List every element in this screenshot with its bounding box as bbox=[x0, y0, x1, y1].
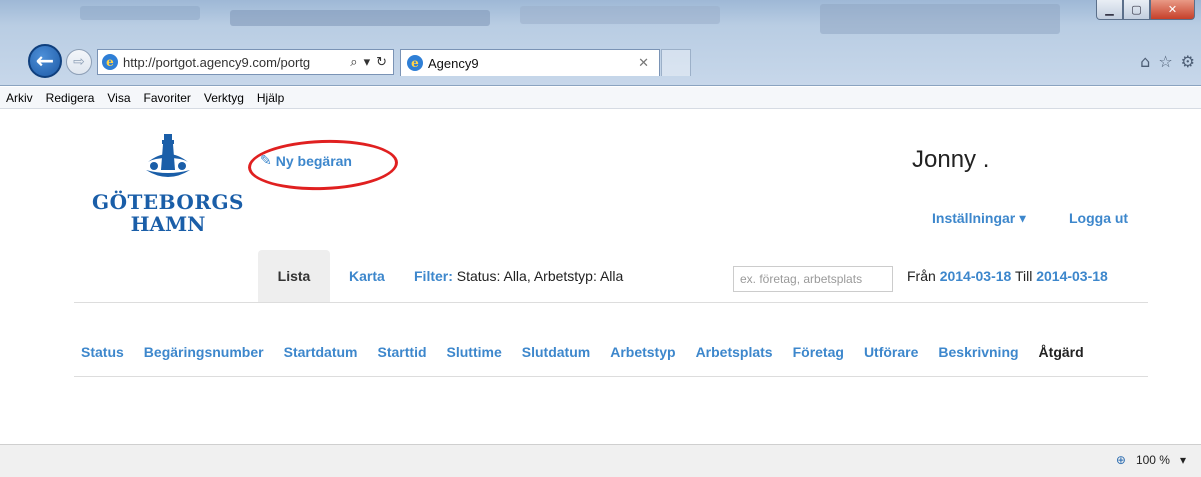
logo-text-line1: GÖTEBORGS bbox=[92, 190, 244, 214]
home-icon[interactable]: ⌂ bbox=[1140, 52, 1150, 71]
lighthouse-logo-icon bbox=[146, 134, 190, 177]
column-header-beskrivning[interactable]: Beskrivning bbox=[938, 344, 1018, 360]
minimize-button[interactable]: ▁ bbox=[1096, 0, 1123, 20]
back-arrow-icon: ← bbox=[35, 48, 55, 74]
page-content: GÖTEBORGS HAMN ✎ Ny begäran Jonny . Inst… bbox=[0, 110, 1201, 444]
goteborgs-hamn-logo[interactable]: GÖTEBORGS HAMN bbox=[78, 132, 258, 235]
forward-button[interactable]: ⇨ bbox=[66, 49, 92, 75]
menu-item-hjalp[interactable]: Hjälp bbox=[257, 91, 284, 105]
tab-karta[interactable]: Karta bbox=[349, 268, 385, 284]
minimize-icon: ▁ bbox=[1105, 3, 1114, 16]
zoom-control[interactable]: ⊕ 100 % ▾ bbox=[1116, 453, 1186, 467]
from-label: Från bbox=[907, 268, 936, 284]
to-label: Till bbox=[1014, 268, 1033, 284]
browser-tab[interactable]: e Agency9 ✕ bbox=[400, 49, 660, 76]
search-icon[interactable]: ⌕ bbox=[350, 55, 357, 70]
menu-item-visa[interactable]: Visa bbox=[107, 91, 130, 105]
column-header-utforare[interactable]: Utförare bbox=[864, 344, 918, 360]
column-header-begaringsnumber[interactable]: Begäringsnumber bbox=[144, 344, 264, 360]
address-url[interactable]: http://portgot.agency9.com/portg bbox=[123, 55, 333, 70]
close-icon: ✕ bbox=[1167, 3, 1178, 16]
date-range: Från 2014-03-18 Till 2014-03-18 bbox=[907, 268, 1108, 284]
settings-label: Inställningar bbox=[932, 210, 1016, 226]
address-tools: ⌕ ▾ ↻ bbox=[350, 55, 393, 70]
gear-icon[interactable]: ⚙ bbox=[1181, 52, 1195, 71]
filter-label: Filter: bbox=[414, 268, 453, 284]
close-window-button[interactable]: ✕ bbox=[1150, 0, 1195, 20]
divider bbox=[74, 302, 1148, 303]
blurred-background-strip bbox=[230, 10, 490, 26]
back-button[interactable]: ← bbox=[28, 44, 62, 78]
column-header-arbetsplats[interactable]: Arbetsplats bbox=[696, 344, 773, 360]
menu-item-verktyg[interactable]: Verktyg bbox=[204, 91, 244, 105]
column-header-atgard: Åtgärd bbox=[1038, 344, 1084, 360]
dropdown-icon[interactable]: ▾ bbox=[364, 55, 371, 70]
column-header-status[interactable]: Status bbox=[81, 344, 124, 360]
search-input[interactable] bbox=[733, 266, 893, 292]
caret-down-icon: ▼ bbox=[1019, 214, 1027, 225]
menu-bar: Arkiv Redigera Visa Favoriter Verktyg Hj… bbox=[0, 87, 1201, 109]
blurred-background-strip bbox=[820, 4, 1060, 34]
refresh-icon[interactable]: ↻ bbox=[376, 55, 387, 70]
filter-summary[interactable]: Filter: Status: Alla, Arbetstyp: Alla bbox=[414, 268, 623, 284]
column-header-slutdatum[interactable]: Slutdatum bbox=[522, 344, 590, 360]
column-header-sluttime[interactable]: Sluttime bbox=[447, 344, 502, 360]
zoom-dropdown-icon[interactable]: ▾ bbox=[1180, 453, 1186, 467]
tab-close-icon[interactable]: ✕ bbox=[638, 56, 649, 71]
ie-icon: e bbox=[407, 55, 423, 71]
table-header: Status Begäringsnumber Startdatum Startt… bbox=[81, 344, 1084, 360]
address-bar[interactable]: e http://portgot.agency9.com/portg ⌕ ▾ ↻ bbox=[97, 49, 394, 75]
zoom-level: 100 % bbox=[1135, 453, 1170, 467]
column-header-foretag[interactable]: Företag bbox=[793, 344, 844, 360]
forward-arrow-icon: ⇨ bbox=[73, 54, 85, 70]
filter-text: Status: Alla, Arbetstyp: Alla bbox=[456, 268, 624, 284]
tab-lista[interactable]: Lista bbox=[258, 250, 330, 302]
new-tab-button[interactable] bbox=[661, 49, 691, 76]
blurred-background-strip bbox=[520, 6, 720, 24]
window-controls: ▁ ▢ ✕ bbox=[1096, 0, 1195, 20]
ie-icon: e bbox=[102, 54, 118, 70]
logout-link[interactable]: Logga ut bbox=[1069, 210, 1128, 226]
tab-title: Agency9 bbox=[428, 55, 479, 71]
new-request-label: Ny begäran bbox=[275, 153, 352, 169]
from-date[interactable]: 2014-03-18 bbox=[940, 268, 1012, 284]
menu-item-favoriter[interactable]: Favoriter bbox=[144, 91, 191, 105]
edit-icon: ✎ bbox=[260, 153, 272, 169]
menu-item-arkiv[interactable]: Arkiv bbox=[6, 91, 33, 105]
maximize-button[interactable]: ▢ bbox=[1123, 0, 1150, 20]
logo-text-line2: HAMN bbox=[130, 212, 206, 236]
settings-dropdown[interactable]: Inställningar ▼ bbox=[932, 210, 1026, 226]
column-header-arbetstyp[interactable]: Arbetstyp bbox=[610, 344, 675, 360]
browser-toolbar-icons: ⌂ ☆ ⚙ bbox=[1140, 52, 1195, 71]
maximize-icon: ▢ bbox=[1131, 3, 1142, 16]
new-request-link[interactable]: ✎ Ny begäran bbox=[260, 153, 352, 169]
column-header-startdatum[interactable]: Startdatum bbox=[284, 344, 358, 360]
status-bar: ⊕ 100 % ▾ bbox=[0, 444, 1201, 477]
username: Jonny . bbox=[912, 146, 990, 173]
menu-item-redigera[interactable]: Redigera bbox=[46, 91, 95, 105]
divider bbox=[74, 376, 1148, 377]
favorites-star-icon[interactable]: ☆ bbox=[1158, 52, 1172, 71]
browser-titlebar: ▁ ▢ ✕ ← ⇨ e http://portgot.agency9.com/p… bbox=[0, 0, 1201, 86]
blurred-background-strip bbox=[80, 6, 200, 20]
to-date[interactable]: 2014-03-18 bbox=[1036, 268, 1108, 284]
column-header-starttid[interactable]: Starttid bbox=[378, 344, 427, 360]
zoom-icon: ⊕ bbox=[1115, 453, 1126, 467]
